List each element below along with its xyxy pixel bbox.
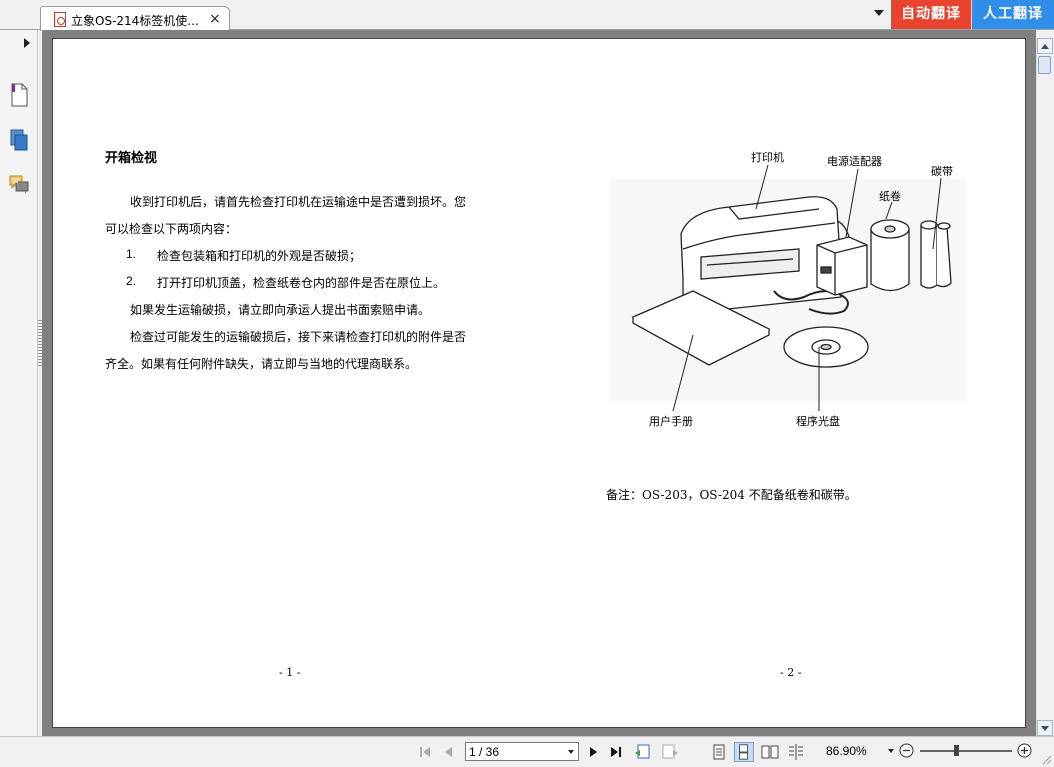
vertical-scrollbar[interactable] — [1036, 38, 1053, 736]
page-dropdown-icon[interactable] — [568, 750, 574, 754]
pdf-file-icon — [54, 12, 66, 27]
continuous-view-icon[interactable] — [734, 742, 754, 762]
first-page-icon[interactable] — [418, 745, 432, 759]
navigation-sidebar — [0, 30, 38, 736]
zoom-out-icon[interactable] — [899, 743, 914, 758]
previous-page-icon[interactable] — [442, 745, 456, 759]
next-page-icon[interactable] — [586, 745, 600, 759]
user-manual-label: 用户手册 — [649, 415, 693, 428]
ribbon-label: 碳带 — [931, 165, 953, 178]
facing-view-icon[interactable] — [760, 742, 780, 762]
paper-roll-label: 纸卷 — [879, 190, 901, 203]
document-tab[interactable]: 立象OS-214标签机使... × — [40, 6, 230, 31]
document-tab-title: 立象OS-214标签机使... — [71, 14, 199, 28]
next-view-icon[interactable] — [660, 742, 680, 762]
expand-sidebar-icon[interactable] — [24, 38, 30, 48]
paragraph-text: 检查过可能发生的运输破损后，接下来请检查打印机的附件是否 — [130, 330, 467, 344]
list-item-text: 打开打印机顶盖，检查纸卷仓内的部件是否在原位上。 — [157, 276, 446, 290]
ribbon-drawing — [920, 220, 952, 289]
program-cd-label: 程序光盘 — [796, 415, 840, 428]
paragraph-text: 如果发生运输破损，请立即向承运人提出书面索赔申请。 — [130, 303, 431, 317]
list-item-number: 2. — [126, 274, 137, 288]
zoom-slider-thumb[interactable] — [954, 745, 960, 756]
single-page-view-icon[interactable] — [709, 742, 729, 762]
program-cd-drawing — [783, 326, 869, 368]
list-item-number: 1. — [126, 247, 137, 261]
scroll-thumb[interactable] — [1038, 56, 1051, 74]
pdf-reader-window: 立象OS-214标签机使... × 自动翻译 人工翻译 开箱检视 收到打印机后，… — [0, 0, 1054, 767]
close-tab-icon[interactable]: × — [209, 11, 221, 27]
scroll-down-button[interactable] — [1037, 720, 1053, 736]
page-number: - 1 - — [279, 666, 301, 679]
section-heading: 开箱检视 — [105, 151, 158, 166]
paper-roll-drawing — [870, 219, 910, 292]
last-page-icon[interactable] — [609, 745, 623, 759]
scroll-up-button[interactable] — [1037, 38, 1053, 54]
facing-continuous-view-icon[interactable] — [786, 742, 806, 762]
page-number-input[interactable]: 1 / 36 — [465, 742, 579, 761]
page-number-value: 1 / 36 — [469, 745, 500, 759]
paragraph-text: 可以检查以下两项内容： — [105, 222, 238, 236]
page-thumbnails-icon[interactable] — [9, 83, 29, 107]
document-viewport: 开箱检视 收到打印机后，请首先检查打印机在运输途中是否遭到损坏。您 可以检查以下… — [42, 30, 1036, 736]
tab-bar: 立象OS-214标签机使... × 自动翻译 人工翻译 — [0, 0, 1054, 31]
document-page-spread: 开箱检视 收到打印机后，请首先检查打印机在运输途中是否遭到损坏。您 可以检查以下… — [52, 38, 1026, 728]
resize-grip-icon[interactable] — [1040, 753, 1052, 765]
paragraph-text: 齐全。如果有任何附件缺失，请立即与当地的代理商联系。 — [105, 357, 418, 371]
note-text: 备注：OS-203，OS-204 不配备纸卷和碳带。 — [606, 488, 857, 502]
status-bar: 1 / 36 86.90% — [0, 736, 1054, 767]
zoom-slider[interactable] — [920, 750, 1012, 752]
zoom-dropdown-icon[interactable] — [888, 749, 894, 753]
power-adapter-label: 电源适配器 — [827, 155, 882, 168]
layers-icon[interactable] — [9, 128, 29, 152]
zoom-in-icon[interactable] — [1017, 743, 1032, 758]
comments-icon[interactable] — [9, 173, 29, 197]
printer-accessories-illustration — [609, 179, 967, 401]
printer-accessories-drawing — [631, 196, 952, 368]
auto-translate-button[interactable]: 自动翻译 — [891, 0, 971, 29]
tab-list-dropdown-icon[interactable] — [874, 10, 884, 16]
page-number: - 2 - — [780, 666, 802, 679]
previous-view-icon[interactable] — [633, 742, 653, 762]
zoom-level[interactable]: 86.90% — [826, 744, 867, 758]
human-translate-button[interactable]: 人工翻译 — [972, 0, 1054, 29]
paragraph-text: 收到打印机后，请首先检查打印机在运输途中是否遭到损坏。您 — [130, 195, 467, 209]
list-item-text: 检查包装箱和打印机的外观是否破损； — [157, 249, 362, 263]
printer-label: 打印机 — [751, 151, 784, 164]
